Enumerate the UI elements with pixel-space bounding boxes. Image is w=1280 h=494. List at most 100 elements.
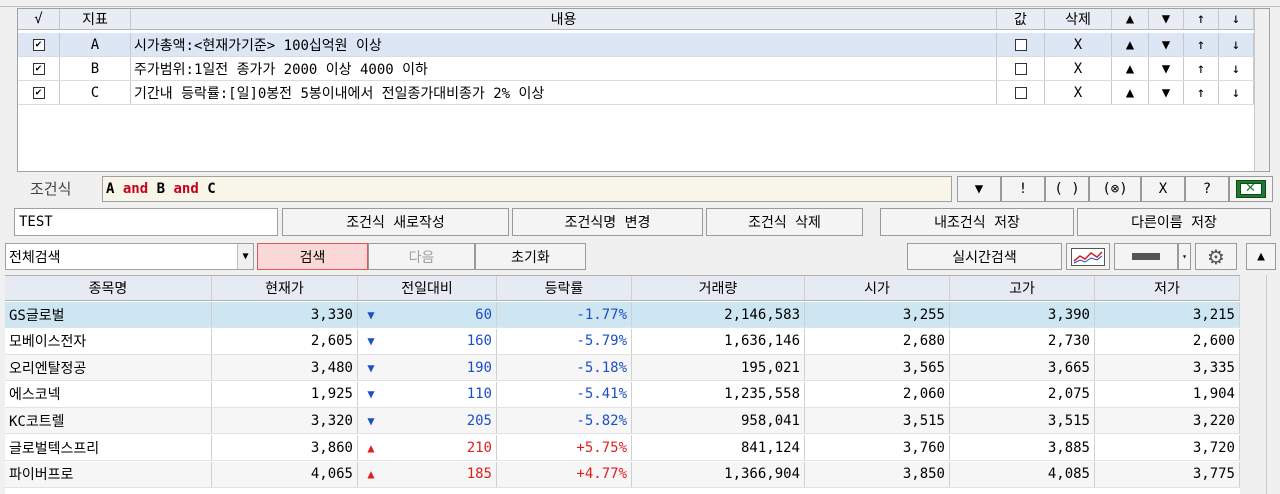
col-open-header[interactable]: 시가 <box>805 276 950 300</box>
bar-icon <box>1132 253 1160 260</box>
open-price: 3,515 <box>805 408 950 434</box>
change-value: 185 <box>384 461 497 487</box>
layout-dropdown-button[interactable]: ▾ <box>1178 243 1191 270</box>
condition-table-scrollbar[interactable] <box>1254 9 1269 171</box>
formula-token-ident: C <box>207 181 216 197</box>
move-up-icon[interactable]: ▲ <box>1112 81 1149 104</box>
move-bottom-icon[interactable]: ↓ <box>1219 57 1254 80</box>
layout-button[interactable] <box>1114 243 1178 270</box>
row-value-checkbox[interactable] <box>997 57 1045 80</box>
checkbox-checked-icon[interactable]: ✔ <box>32 38 45 51</box>
stock-name: 에스코넥 <box>5 381 212 407</box>
change-rate: -5.82% <box>497 408 632 434</box>
row-delete-button[interactable]: X <box>1045 57 1112 80</box>
col-price-header[interactable]: 현재가 <box>212 276 358 300</box>
col-low-header[interactable]: 저가 <box>1095 276 1240 300</box>
formula-remove-paren-button[interactable]: (⊗) <box>1089 176 1141 202</box>
stock-row[interactable]: 파이버프로 4,065 ▲ 185 +4.77% 1,366,904 3,850 4,085 3… <box>5 461 1240 488</box>
row-index: B <box>60 57 131 80</box>
formula-input[interactable]: A and B and C <box>102 176 952 202</box>
save-condition-button[interactable]: 내조건식 저장 <box>880 208 1074 236</box>
formula-dropdown-button[interactable]: ▼ <box>957 176 1001 202</box>
condition-row[interactable]: ✔ B 주가범위:1일전 종가가 2000 이상 4000 이하 X ▲ ▼ ↑… <box>18 57 1269 81</box>
checkbox-empty-icon[interactable] <box>1014 62 1027 75</box>
row-index: A <box>60 33 131 56</box>
excel-button[interactable]: ✕ <box>1229 176 1273 202</box>
row-checkbox[interactable]: ✔ <box>18 57 60 80</box>
move-up-icon[interactable]: ▲ <box>1112 33 1149 56</box>
row-value-checkbox[interactable] <box>997 81 1045 104</box>
gear-icon: ⚙ <box>1207 244 1225 269</box>
move-top-icon[interactable]: ↑ <box>1184 57 1219 80</box>
rename-condition-button[interactable]: 조건식명 변경 <box>512 208 703 236</box>
row-content[interactable]: 기간내 등락률:[일]0봉전 5봉이내에서 전일종가대비종가 2% 이상 <box>131 81 997 104</box>
row-value-checkbox[interactable] <box>997 33 1045 56</box>
realtime-search-button[interactable]: 실시간검색 <box>907 243 1062 270</box>
search-scope-value: 전체검색 <box>9 249 61 266</box>
stock-row[interactable]: 에스코넥 1,925 ▼ 110 -5.41% 1,235,558 2,060 2,075 1,… <box>5 381 1240 408</box>
stock-row[interactable]: GS글로벌 3,330 ▼ 60 -1.77% 2,146,583 3,255 3,390 3,… <box>5 302 1240 328</box>
move-top-icon[interactable]: ↑ <box>1184 81 1219 104</box>
col-bottom-header: ↓ <box>1219 9 1254 29</box>
row-checkbox[interactable]: ✔ <box>18 33 60 56</box>
move-down-icon[interactable]: ▼ <box>1149 81 1184 104</box>
stock-row[interactable]: 글로벌텍스프리 3,860 ▲ 210 +5.75% 841,124 3,760 3,885 3… <box>5 435 1240 461</box>
col-rate-header[interactable]: 등락률 <box>497 276 632 300</box>
low-price: 1,904 <box>1095 381 1240 407</box>
search-button[interactable]: 검색 <box>257 243 368 270</box>
stock-row[interactable]: 모베이스전자 2,605 ▼ 160 -5.79% 1,636,146 2,680 2,730… <box>5 328 1240 355</box>
search-scope-select[interactable]: 전체검색 ▼ <box>5 243 254 270</box>
move-bottom-icon[interactable]: ↓ <box>1219 81 1254 104</box>
move-down-icon[interactable]: ▼ <box>1149 33 1184 56</box>
formula-token-ident: B <box>156 181 166 197</box>
change-value: 205 <box>384 408 497 434</box>
checkbox-empty-icon[interactable] <box>1014 86 1027 99</box>
reset-button[interactable]: 초기화 <box>475 243 586 270</box>
new-condition-button[interactable]: 조건식 새로작성 <box>282 208 509 236</box>
settings-button[interactable]: ⚙ <box>1195 243 1237 270</box>
top-strip <box>0 0 1280 7</box>
checkbox-checked-icon[interactable]: ✔ <box>32 62 45 75</box>
save-as-button[interactable]: 다른이름 저장 <box>1077 208 1271 236</box>
results-grid-scrollbar[interactable] <box>1266 275 1280 494</box>
change-rate: +4.77% <box>497 461 632 487</box>
formula-help-button[interactable]: ? <box>1185 176 1229 202</box>
condition-row[interactable]: ✔ A 시가총액:<현재가기준> 100십억원 이상 X ▲ ▼ ↑ ↓ <box>18 33 1269 57</box>
change-arrow-icon: ▲ <box>367 440 375 455</box>
chevron-down-icon[interactable]: ▼ <box>237 244 253 269</box>
col-name-header[interactable]: 종목명 <box>5 276 212 300</box>
formula-not-button[interactable]: ! <box>1001 176 1045 202</box>
col-high-header[interactable]: 고가 <box>950 276 1095 300</box>
row-content[interactable]: 시가총액:<현재가기준> 100십억원 이상 <box>131 33 997 56</box>
row-content[interactable]: 주가범위:1일전 종가가 2000 이상 4000 이하 <box>131 57 997 80</box>
volume: 841,124 <box>632 435 805 460</box>
results-grid-header: 종목명 현재가 전일대비 등락률 거래량 시가 고가 저가 <box>5 275 1240 301</box>
delete-condition-button[interactable]: 조건식 삭제 <box>706 208 863 236</box>
col-volume-header[interactable]: 거래량 <box>632 276 805 300</box>
current-price: 3,320 <box>212 408 358 434</box>
checkbox-empty-icon[interactable] <box>1014 38 1027 51</box>
change-value: 60 <box>384 302 497 327</box>
formula-clear-button[interactable]: X <box>1141 176 1185 202</box>
move-up-icon[interactable]: ▲ <box>1112 57 1149 80</box>
current-price: 3,480 <box>212 355 358 381</box>
stock-row[interactable]: KC코트렐 3,320 ▼ 205 -5.82% 958,041 3,515 3,515 3,2… <box>5 408 1240 435</box>
condition-row[interactable]: ✔ C 기간내 등락률:[일]0봉전 5봉이내에서 전일종가대비종가 2% 이상… <box>18 81 1269 105</box>
move-top-icon[interactable]: ↑ <box>1184 33 1219 56</box>
row-delete-button[interactable]: X <box>1045 81 1112 104</box>
condition-name-input[interactable]: TEST <box>14 208 278 236</box>
stock-name: 오리엔탈정공 <box>5 355 212 381</box>
col-value-header: 값 <box>997 9 1045 29</box>
move-down-icon[interactable]: ▼ <box>1149 57 1184 80</box>
low-price: 3,335 <box>1095 355 1240 381</box>
stock-row[interactable]: 오리엔탈정공 3,480 ▼ 190 -5.18% 195,021 3,565 3,665 3,… <box>5 355 1240 382</box>
col-change-header[interactable]: 전일대비 <box>358 276 497 300</box>
formula-paren-button[interactable]: ( ) <box>1045 176 1089 202</box>
collapse-button[interactable]: ▲ <box>1246 243 1276 270</box>
row-delete-button[interactable]: X <box>1045 33 1112 56</box>
chart-button[interactable] <box>1066 243 1110 270</box>
row-checkbox[interactable]: ✔ <box>18 81 60 104</box>
move-bottom-icon[interactable]: ↓ <box>1219 33 1254 56</box>
next-button[interactable]: 다음 <box>368 243 475 270</box>
checkbox-checked-icon[interactable]: ✔ <box>32 86 45 99</box>
